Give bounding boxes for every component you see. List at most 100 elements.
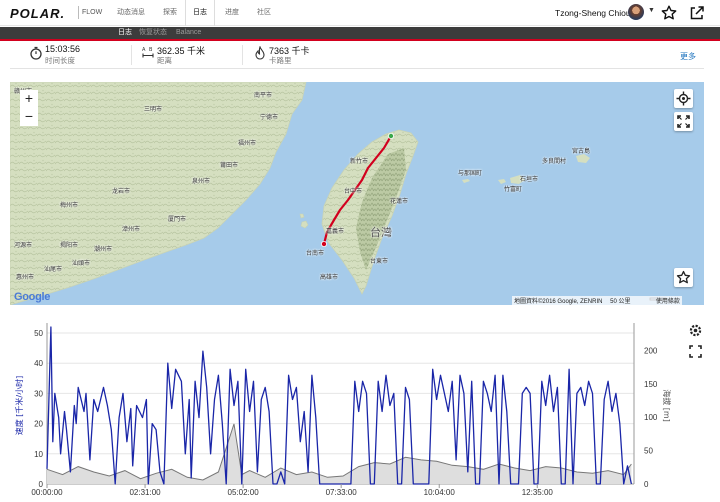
fullscreen-icon (677, 115, 690, 128)
right-axis-tick-label: 50 (644, 447, 653, 456)
flow-product-label: FLOW (82, 9, 103, 16)
left-axis-tick-label: 40 (34, 359, 43, 368)
map-label: 三明市 (144, 107, 163, 113)
left-axis-tick-label: 10 (34, 450, 43, 459)
map-label: 汕尾市 (44, 267, 63, 273)
favorite-route-button[interactable] (674, 268, 693, 287)
map-label: 石垣市 (520, 177, 539, 183)
map-label: 河源市 (14, 243, 33, 249)
left-axis-tick-label: 30 (34, 389, 43, 398)
map-label: 宁德市 (260, 115, 279, 121)
svg-text:B: B (149, 47, 153, 53)
map-label: 潮州市 (94, 247, 113, 253)
map-label: 嘉義市 (326, 229, 345, 235)
map-label: 与那国町 (458, 171, 483, 177)
subnav-tab-diary[interactable]: 日志 (118, 27, 132, 39)
left-axis-tick-label: 20 (34, 420, 43, 429)
gear-icon (689, 324, 702, 337)
zoom-in-button[interactable]: + (20, 90, 38, 108)
duration-label: 时间长度 (45, 56, 75, 65)
nav-tab-progress[interactable]: 进度 (217, 0, 247, 26)
stopwatch-icon (30, 46, 42, 60)
map-label: 台灣 (370, 227, 392, 239)
terms-link[interactable]: 使用條款 (656, 299, 680, 305)
right-axis-tick-label: 0 (644, 480, 649, 489)
map-label: 梅州市 (60, 203, 79, 209)
route-end-marker (320, 240, 327, 247)
more-link[interactable]: 更多 (680, 51, 696, 62)
zoom-out-button[interactable]: − (20, 108, 38, 126)
map-label: 宮古島 (572, 149, 591, 155)
x-axis-tick-label: 12:35:00 (522, 488, 554, 497)
logo-divider (78, 6, 79, 19)
x-axis-tick-label: 07:33:00 (326, 488, 358, 497)
map-label: 莆田市 (220, 163, 239, 169)
training-summary: 15:03:56 时间长度 A B 362.35 千米 距离 7363 千卡 卡… (10, 41, 704, 69)
right-axis-title: 海拔 [m] (662, 389, 672, 422)
star-icon (676, 270, 691, 284)
x-axis-tick-label: 05:02:00 (228, 488, 260, 497)
speed-series-line (46, 326, 633, 485)
map-label: 花蓮市 (390, 199, 409, 205)
share-icon[interactable] (688, 4, 706, 22)
map-label: 惠州市 (16, 275, 35, 281)
right-axis-tick-label: 200 (644, 346, 658, 355)
map-label: 龙岩市 (112, 189, 131, 195)
map-label: 揭阳市 (60, 243, 79, 249)
route-map[interactable]: 赣州市 三明市 南平市 宁德市 福州市 莆田市 泉州市 厦門市 漳州市 梅州市 … (10, 82, 704, 305)
calories-label: 卡路里 (269, 56, 292, 65)
chevron-down-icon[interactable]: ▼ (648, 7, 655, 14)
x-axis-tick-label: 00:00:00 (31, 488, 63, 497)
chart-settings-button[interactable] (687, 322, 704, 339)
x-axis-tick-label: 02:31:00 (129, 488, 161, 497)
flame-icon (255, 46, 265, 60)
subnav-tab-recovery[interactable]: 恢复状态 (139, 27, 167, 39)
summary-divider (131, 45, 132, 65)
map-label: 新竹市 (350, 159, 369, 165)
nav-tab-community[interactable]: 社区 (249, 0, 279, 26)
right-axis-tick-label: 150 (644, 380, 658, 389)
duration-value: 15:03:56 (45, 44, 81, 54)
svg-text:A: A (142, 47, 146, 53)
distance-label: 距离 (157, 56, 172, 65)
fullscreen-button[interactable] (674, 112, 693, 131)
google-logo-text: Google (14, 291, 51, 303)
polar-logo[interactable]: POLAR. (10, 6, 65, 21)
map-data-credit: 地圖資料©2016 Google, ZENRIN (514, 299, 603, 305)
map-label: 泉州市 (192, 179, 211, 185)
summary-divider (242, 45, 243, 65)
speed-altitude-chart: 0 10 20 30 40 50 0 50 100 150 200 00:00:00 02:31:00 0… (0, 317, 720, 502)
map-attribution: 地圖資料©2016 Google, ZENRIN 50 公里 使用條款 (512, 296, 682, 305)
map-label: 汕頭市 (72, 261, 91, 267)
nav-tab-explore[interactable]: 探索 (156, 0, 184, 26)
map-label: 厦門市 (168, 217, 187, 223)
map-label: 竹富町 (504, 187, 523, 193)
left-axis-tick-label: 50 (34, 329, 43, 338)
map-label: 高雄市 (320, 275, 339, 281)
nav-tab-diary[interactable]: 日志 (185, 0, 215, 26)
map-label: 福州市 (238, 141, 257, 147)
fullscreen-icon (689, 345, 702, 358)
chart-svg: 0102030405005010015020000:00:00 02:31:00 0… (14, 323, 672, 497)
left-axis-title: 速度 [千米/小时] (14, 376, 24, 435)
map-label: 台東市 (370, 259, 389, 265)
nav-tab-feed[interactable]: 动态消息 (112, 0, 150, 26)
route-start-marker (387, 133, 394, 140)
map-label: 台中市 (344, 189, 363, 195)
map-scale-label: 50 公里 (610, 299, 631, 305)
map-label: 南平市 (254, 93, 273, 99)
avatar[interactable] (628, 4, 644, 20)
subnav-tab-balance[interactable]: Balance (176, 27, 201, 39)
star-icon[interactable] (660, 4, 678, 22)
chart-fullscreen-button[interactable] (687, 343, 704, 360)
user-name[interactable]: Tzong-Sheng Chiou (555, 8, 631, 18)
right-axis-tick-label: 100 (644, 413, 658, 422)
sub-nav-bar: 日志 恢复状态 Balance (0, 27, 720, 41)
map-label: 多良間村 (542, 159, 567, 165)
map-label: 漳州市 (122, 227, 141, 233)
distance-icon: A B (142, 47, 154, 58)
google-logo[interactable]: Google (14, 291, 50, 303)
locate-button[interactable] (674, 89, 693, 108)
map-label: 台南市 (306, 251, 325, 257)
x-axis-tick-label: 10:04:00 (424, 488, 456, 497)
